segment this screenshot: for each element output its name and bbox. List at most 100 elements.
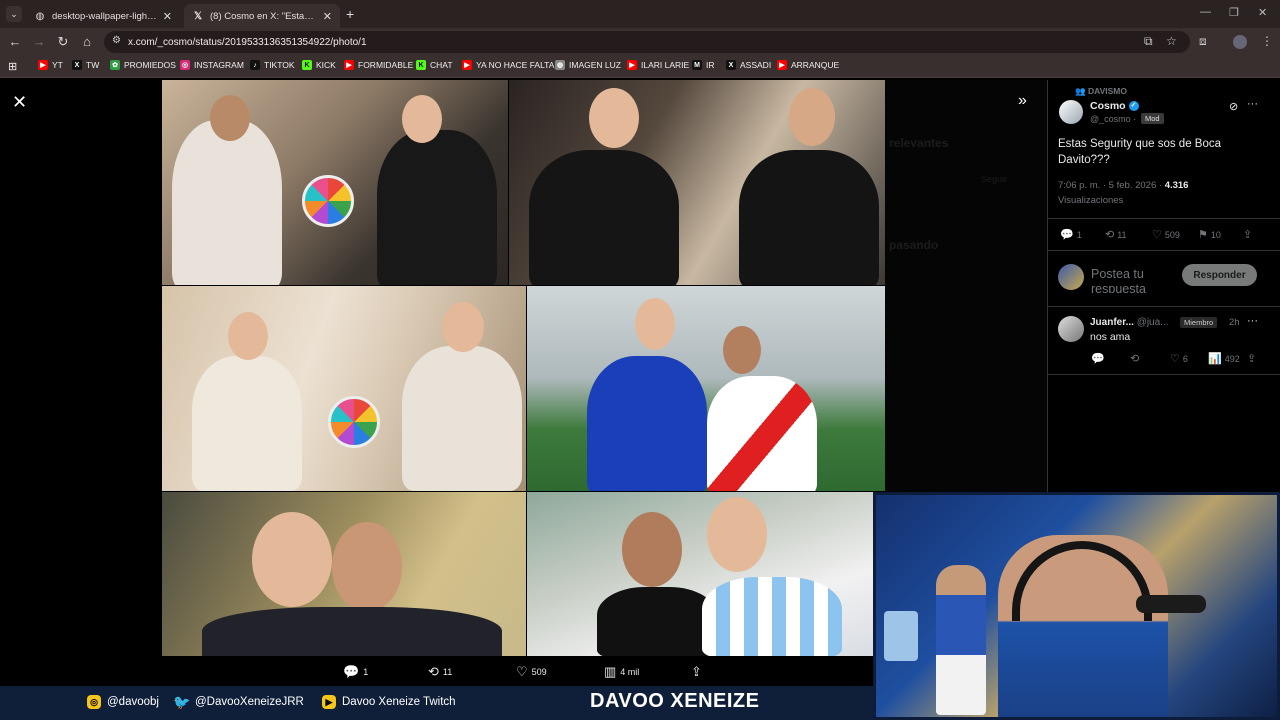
reply-action[interactable]: 💬 1 (1060, 228, 1082, 241)
profile-avatar[interactable] (1233, 35, 1247, 49)
photo-repost-action[interactable]: ⟲ 11 (428, 664, 452, 680)
person-image (172, 120, 282, 285)
home-icon[interactable]: ⌂ (79, 34, 95, 49)
person-head-image (635, 298, 675, 350)
bookmark-tw[interactable]: X TW (72, 60, 99, 70)
youtube-icon: ▶ (322, 695, 336, 709)
collage-photo-3[interactable] (162, 286, 526, 491)
bookmark-action[interactable]: ⚑ 10 (1198, 228, 1221, 241)
tab-cosmo-x[interactable]: 𝕏 (8) Cosmo en X: "Estas Segurity ✕ (184, 4, 340, 28)
author-avatar[interactable] (1059, 100, 1083, 124)
tab-title: (8) Cosmo en X: "Estas Segurity (210, 10, 317, 22)
site-settings-icon[interactable]: ⚙ (112, 35, 121, 46)
collage-photo-2[interactable] (509, 80, 885, 285)
bookmark-promiedos[interactable]: ✿ PROMIEDOS (110, 60, 176, 70)
collage-photo-4[interactable] (527, 286, 885, 491)
forward-icon[interactable]: → (31, 34, 47, 49)
install-app-icon[interactable]: ⧉ (1144, 34, 1153, 49)
reload-icon[interactable]: ↻ (55, 34, 71, 50)
share-icon: ⇪ (1247, 353, 1257, 365)
person-head-image (589, 88, 639, 148)
photo-reply-action[interactable]: 💬 1 (343, 664, 368, 680)
apps-icon[interactable]: ⊞ (8, 60, 17, 73)
collapse-panel-icon[interactable]: » (1018, 92, 1027, 110)
bookmark-imagen-luz[interactable]: ◍ IMAGEN LUZ (555, 60, 621, 70)
verified-icon: ✓ (1128, 101, 1139, 112)
minimize-icon[interactable]: — (1200, 6, 1211, 18)
repost-action[interactable]: ⟲ 11 (1105, 228, 1127, 241)
photo-share-action[interactable]: ⇪ (691, 664, 702, 680)
mural-figure-image (936, 565, 986, 715)
share-action[interactable]: ⇪ (1243, 228, 1252, 241)
author-name[interactable]: Cosmo ✓ (1090, 100, 1139, 112)
back-icon[interactable]: ← (7, 34, 23, 49)
reply-repost-action[interactable]: ⟲ (1130, 352, 1139, 365)
person-head-image (723, 326, 761, 374)
reply-button[interactable]: Responder (1182, 264, 1257, 286)
close-tab-icon[interactable]: ✕ (163, 10, 172, 23)
restore-icon[interactable]: ❐ (1229, 6, 1239, 19)
youtube-handle: ▶ Davoo Xeneize Twitch (322, 695, 456, 709)
bookmark-star-icon[interactable]: ☆ (1166, 34, 1177, 48)
reply-share-action[interactable]: ⇪ (1247, 352, 1256, 365)
more-options-icon[interactable]: ··· (1247, 98, 1258, 110)
bookmark-yt[interactable]: ▶ YT (38, 60, 63, 70)
bookmark-chat[interactable]: K CHAT (416, 60, 453, 70)
share-icon: ⇪ (691, 664, 702, 679)
photo-views-action[interactable]: ▥ 4 mil (604, 664, 639, 680)
new-tab-button[interactable]: + (346, 6, 354, 22)
collage-photo-6[interactable] (527, 492, 873, 656)
reply-text: nos ama (1090, 331, 1131, 343)
stream-brand: DAVOO XENEIZE (590, 690, 760, 712)
bookmark-arranque[interactable]: ▶ ARRANQUE (777, 60, 839, 70)
person-head-image (252, 512, 332, 607)
bookmark-ir[interactable]: M IR (692, 60, 715, 70)
tab-search-button[interactable]: ⌄ (6, 6, 22, 22)
photo-like-action[interactable]: ♡ 509 (516, 664, 547, 680)
member-badge: Miembro (1180, 317, 1218, 328)
reply-author-name[interactable]: Juanfer... @jua... (1090, 317, 1169, 328)
collage-photo-5[interactable] (162, 492, 526, 656)
reply-icon: 💬 (1091, 353, 1105, 365)
bookmark-ilari-larie[interactable]: ▶ ILARI LARIE (627, 60, 689, 70)
person-head-image (332, 522, 402, 612)
bookmarks-bar: ⊞ ▶ YT X TW ✿ PROMIEDOS ◎ INSTAGRAM ♪ TIKTOK … (0, 56, 1280, 78)
reply-views-action[interactable]: 📊 492 (1208, 352, 1240, 365)
bookmark-icon: ⚑ (1198, 229, 1208, 241)
bookmark-tiktok[interactable]: ♪ TIKTOK (250, 60, 295, 70)
bookmark-formidable[interactable]: ▶ FORMIDABLE (344, 60, 413, 70)
views-chart-icon: 📊 (1208, 353, 1222, 365)
dimmed-follow-label: Seguir (981, 174, 1008, 184)
heart-icon: ♡ (1152, 229, 1162, 241)
divider (1047, 250, 1280, 251)
author-handle[interactable]: @_cosmo · (1090, 114, 1136, 124)
person-head-image (789, 88, 835, 146)
views-chart-icon: ▥ (604, 664, 617, 679)
divider (1047, 374, 1280, 375)
close-viewer-icon[interactable]: ✕ (12, 92, 27, 113)
tweet-text: Estas Segurity que sos de Boca Davito??? (1058, 138, 1222, 166)
bookmark-kick[interactable]: K KICK (302, 60, 336, 70)
tweet-timestamp: 7:06 p. m. · 5 feb. 2026 · 4.316 (1058, 180, 1189, 191)
bookmark-assadi[interactable]: X ASSADI (726, 60, 771, 70)
bookmark-ya-no-hace-falta[interactable]: ▶ YA NO HACE FALTA (462, 60, 554, 70)
grok-icon[interactable]: ⊘ (1229, 100, 1238, 113)
tab-title: desktop-wallpaper-light-yellow (52, 10, 157, 22)
close-tab-icon[interactable]: ✕ (323, 10, 332, 23)
bookmark-instagram[interactable]: ◎ INSTAGRAM (180, 60, 244, 70)
collage-photo-1[interactable] (162, 80, 508, 285)
address-bar[interactable]: ⚙ x.com/_cosmo/status/201953313635135492… (104, 31, 1190, 53)
spin-wheel-image (328, 396, 380, 448)
reply-author-avatar[interactable] (1058, 316, 1084, 342)
menu-icon[interactable]: ⋮ (1261, 34, 1273, 48)
person-head-image (707, 497, 767, 572)
reply-input[interactable]: Postea tu respuesta (1091, 267, 1177, 293)
reply-reply-action[interactable]: 💬 (1091, 352, 1105, 365)
extensions-icon[interactable]: ⧈ (1199, 34, 1207, 49)
like-action[interactable]: ♡ 509 (1152, 228, 1180, 241)
reply-more-icon[interactable]: ··· (1247, 315, 1258, 327)
close-window-icon[interactable]: ✕ (1258, 6, 1267, 19)
tab-wallpaper[interactable]: ◍ desktop-wallpaper-light-yellow ✕ (26, 4, 180, 28)
reply-like-action[interactable]: ♡ 6 (1170, 352, 1188, 365)
microphone-image (1136, 595, 1206, 613)
